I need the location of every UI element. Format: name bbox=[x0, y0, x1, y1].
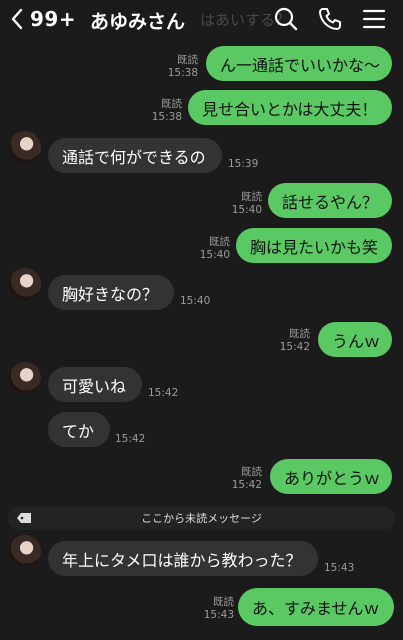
message-meta: 既読 15:42 bbox=[210, 466, 262, 492]
timestamp: 15:42 bbox=[279, 341, 310, 353]
timestamp: 15:40 bbox=[199, 249, 230, 261]
read-receipt: 既読 bbox=[289, 328, 310, 340]
timestamp: 15:39 bbox=[228, 158, 259, 170]
message-meta: 既読 15:43 bbox=[182, 596, 234, 622]
read-receipt: 既読 bbox=[161, 98, 182, 110]
incoming-message[interactable]: てか bbox=[48, 412, 110, 447]
message-meta: 既読 15:40 bbox=[214, 191, 262, 217]
outgoing-message[interactable]: 見せ合いとかは大丈夫！ bbox=[188, 90, 392, 125]
timestamp: 15:40 bbox=[231, 204, 262, 216]
search-button[interactable] bbox=[273, 6, 299, 32]
outgoing-message[interactable]: ん一通話でいいかな～ bbox=[206, 46, 392, 81]
message-meta: 既読 15:38 bbox=[150, 54, 198, 80]
message-meta: 既読 15:40 bbox=[182, 236, 230, 262]
menu-icon bbox=[362, 9, 386, 29]
incoming-message[interactable]: 可愛いね bbox=[48, 367, 142, 402]
phone-icon bbox=[319, 8, 341, 30]
message-meta: 既読 15:42 bbox=[262, 328, 310, 354]
contact-name: あゆみさん bbox=[90, 11, 186, 33]
avatar[interactable] bbox=[9, 131, 41, 163]
back-button[interactable]: 99+ bbox=[10, 7, 80, 31]
outgoing-message[interactable]: うんｗ bbox=[318, 322, 392, 357]
search-icon bbox=[274, 7, 298, 31]
unread-divider: ここから未読メッセージ bbox=[8, 506, 395, 530]
chevron-left-icon bbox=[11, 8, 23, 30]
outgoing-message[interactable]: 話せるやん？ bbox=[268, 183, 392, 218]
message-meta: 既読 15:38 bbox=[134, 98, 182, 124]
read-receipt: 既読 bbox=[177, 54, 198, 66]
incoming-message[interactable]: 通話で何ができるの bbox=[48, 138, 222, 173]
menu-button[interactable] bbox=[361, 6, 387, 32]
read-receipt: 既読 bbox=[241, 191, 262, 203]
outgoing-message[interactable]: 胸は見たいかも笑 bbox=[236, 228, 392, 263]
timestamp: 15:42 bbox=[115, 433, 146, 445]
timestamp: 15:38 bbox=[167, 67, 198, 79]
timestamp: 15:43 bbox=[203, 609, 234, 621]
unread-divider-label: ここから未読メッセージ bbox=[141, 512, 262, 525]
outgoing-message[interactable]: あ、すみませんｗ bbox=[238, 588, 394, 626]
incoming-message[interactable]: 胸好きなの？ bbox=[48, 275, 174, 310]
incoming-message[interactable]: 年上にタメ口は誰から教わった？ bbox=[48, 541, 318, 576]
timestamp: 15:38 bbox=[151, 111, 182, 123]
read-receipt: 既読 bbox=[209, 236, 230, 248]
timestamp: 15:43 bbox=[324, 562, 355, 574]
chat-header: 99+ はあいする？ あゆみさん bbox=[0, 0, 403, 38]
avatar[interactable] bbox=[9, 535, 41, 567]
avatar[interactable] bbox=[9, 268, 41, 300]
call-button[interactable] bbox=[317, 6, 343, 32]
read-receipt: 既読 bbox=[213, 596, 234, 608]
timestamp: 15:42 bbox=[148, 387, 179, 399]
unread-count: 99+ bbox=[30, 7, 77, 31]
outgoing-message[interactable]: ありがとうｗ bbox=[270, 459, 392, 494]
timestamp: 15:40 bbox=[180, 295, 211, 307]
timestamp: 15:42 bbox=[231, 479, 262, 491]
read-receipt: 既読 bbox=[241, 466, 262, 478]
avatar[interactable] bbox=[9, 362, 41, 394]
